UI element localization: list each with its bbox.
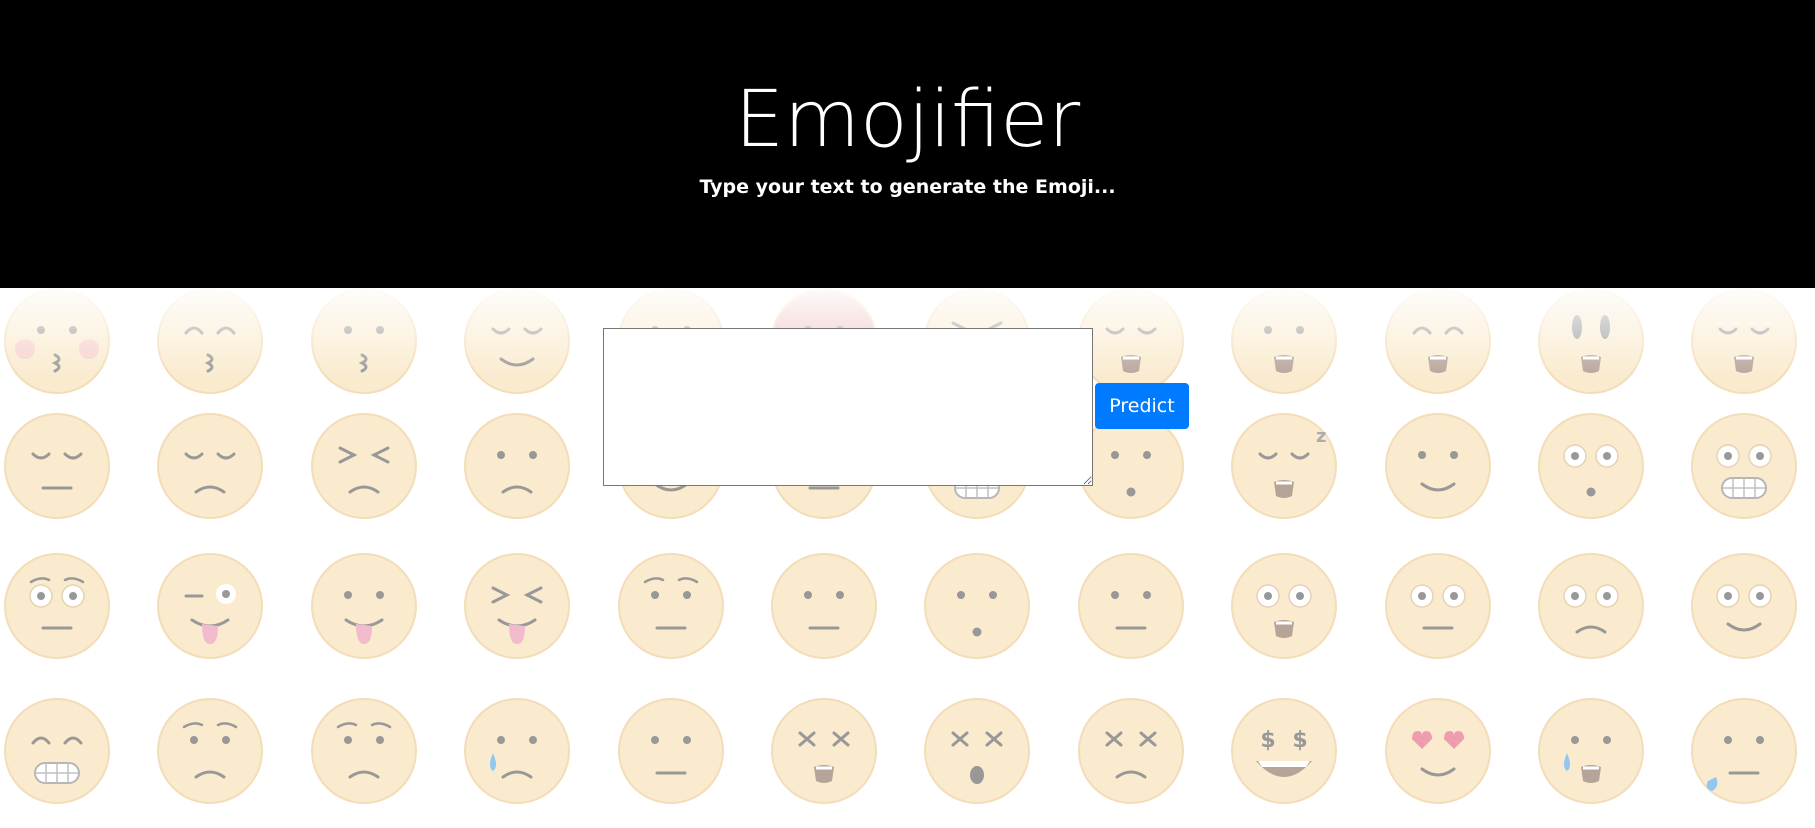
emoji-face-persevering xyxy=(310,413,417,519)
header-banner: Emojifier Type your text to generate the… xyxy=(0,0,1815,288)
emoji-face-flushed xyxy=(4,553,110,659)
emoji-face-pensive xyxy=(4,413,110,519)
emoji-face-worried xyxy=(157,698,264,804)
svg-text:$: $ xyxy=(1293,728,1308,753)
emoji-face-grin-closed xyxy=(4,698,110,804)
emoji-face-money: $ $ xyxy=(1231,698,1338,804)
emoji-face-sad-brows xyxy=(310,698,417,804)
emoji-face-wide-open xyxy=(1231,553,1338,659)
emoji-face-tongue xyxy=(310,553,417,659)
emoji-face-dizzy xyxy=(771,698,877,804)
emoji-face-cry-open xyxy=(1538,698,1644,804)
emoji-face-grimace xyxy=(1691,413,1798,519)
emoji-face-shocked xyxy=(1538,288,1644,394)
emoji-face-expressionless-lines xyxy=(617,698,724,804)
emoji-face-crying xyxy=(464,698,571,804)
emoji-face-wide-smile xyxy=(1691,553,1798,659)
emoji-face-frown-brows xyxy=(617,553,724,659)
emoji-face-hushed xyxy=(924,553,1031,659)
predict-button[interactable]: Predict xyxy=(1095,383,1189,429)
emoji-face-neutral xyxy=(771,553,877,659)
emoji-face-dizzy-open xyxy=(924,698,1031,804)
emoji-face-happy-open xyxy=(1384,288,1491,394)
page: z $ $ Emojifier Type your text to generate… xyxy=(0,0,1815,828)
svg-text:z: z xyxy=(1316,426,1326,447)
svg-text:$: $ xyxy=(1261,728,1276,753)
emoji-face-squint-tongue xyxy=(464,553,571,659)
emoji-face-wide-frown xyxy=(1538,553,1644,659)
emoji-face-smirk xyxy=(1384,413,1491,519)
emoji-face-surprised xyxy=(1231,288,1338,394)
emoji-face-relieved-open xyxy=(1691,288,1798,394)
text-input[interactable] xyxy=(603,328,1093,486)
page-subtitle: Type your text to generate the Emoji... xyxy=(699,176,1116,198)
emoji-face-kiss-blush xyxy=(4,288,110,394)
emoji-face-sweat-neutral xyxy=(1691,698,1798,804)
emoji-face-sad-sweat xyxy=(464,413,571,519)
emoji-face-kiss xyxy=(310,288,417,394)
emoji-face-kiss-closed xyxy=(157,288,264,394)
page-title: Emojifier xyxy=(734,75,1081,165)
emoji-face-heart-eyes xyxy=(1384,698,1491,804)
emoji-face-tired xyxy=(1077,698,1184,804)
emoji-face-astonished xyxy=(1538,413,1644,519)
emoji-face-sleeping: z xyxy=(1231,413,1338,519)
emoji-face-calm-smile xyxy=(464,288,571,394)
emoji-face-wink-tongue xyxy=(157,553,264,659)
emoji-face-wide-neutral xyxy=(1384,553,1491,659)
emoji-face-expressionless xyxy=(1077,553,1184,659)
emoji-face-sad-closed xyxy=(157,413,264,519)
